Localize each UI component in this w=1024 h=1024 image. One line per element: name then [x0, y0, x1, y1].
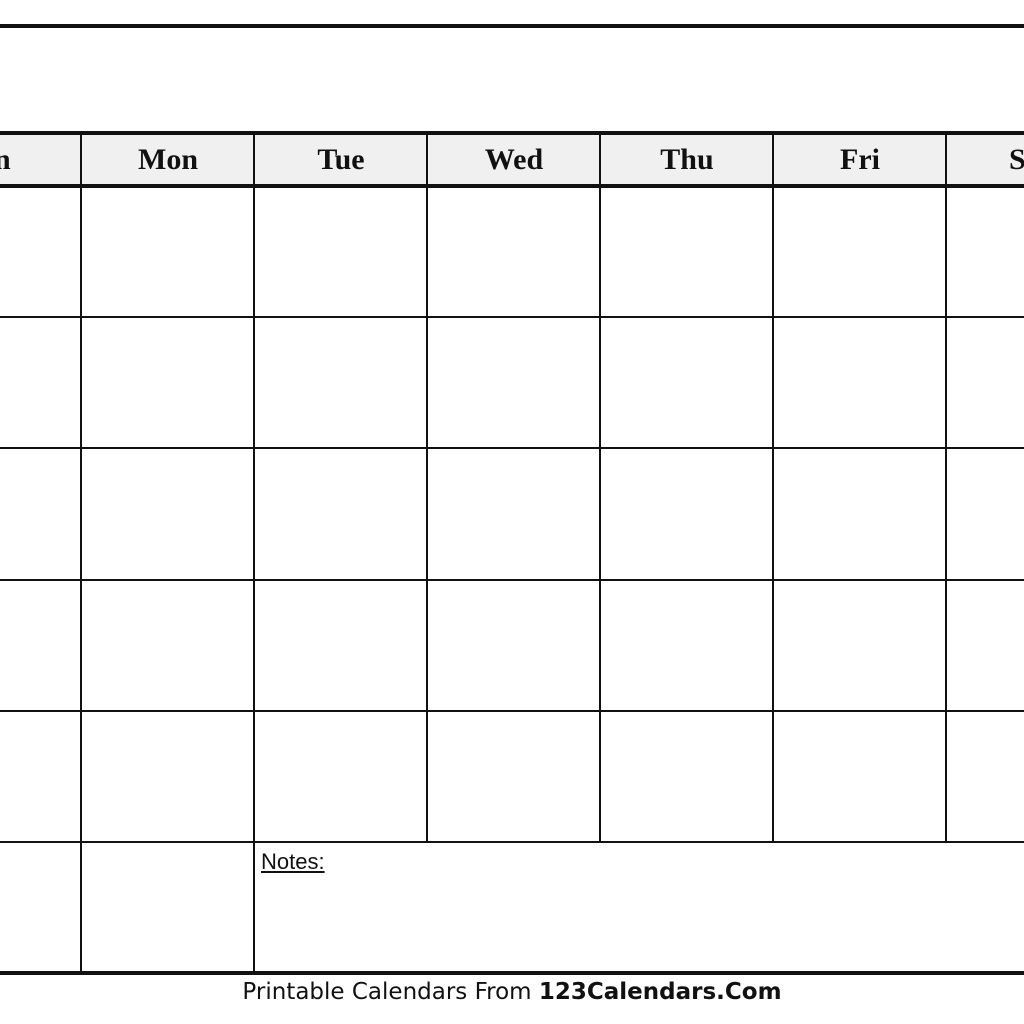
day-cell-week1-tue[interactable] — [255, 188, 426, 316]
day-cell-week3-fri[interactable] — [774, 449, 945, 577]
day-cell-week5-tue[interactable] — [255, 712, 426, 840]
day-cell-week3-sun[interactable] — [0, 449, 80, 577]
footer-prefix: Printable Calendars From — [242, 979, 539, 1005]
day-cell-week4-thu[interactable] — [601, 581, 772, 709]
weekday-label-sun: un — [0, 143, 11, 176]
calendar-title — [0, 30, 1024, 130]
day-cell-week2-sun[interactable] — [0, 318, 80, 446]
top-border-line — [0, 24, 1024, 28]
day-cell-week2-thu[interactable] — [601, 318, 772, 446]
footer-credit: Printable Calendars From 123Calendars.Co… — [0, 979, 1024, 1005]
weekday-label-fri: Fri — [840, 143, 880, 176]
day-cell-week2-fri[interactable] — [774, 318, 945, 446]
header-top-line — [0, 131, 1024, 135]
day-cell-week4-fri[interactable] — [774, 581, 945, 709]
day-cell-week2-mon[interactable] — [82, 318, 253, 446]
day-cell-week4-sat[interactable] — [947, 581, 1024, 709]
weekday-label-thu: Thu — [660, 143, 714, 176]
bottom-border-line — [0, 971, 1024, 975]
day-cell-week4-sun[interactable] — [0, 581, 80, 709]
day-cell-week4-tue[interactable] — [255, 581, 426, 709]
day-cell-week3-tue[interactable] — [255, 449, 426, 577]
weekday-label-mon: Mon — [138, 143, 198, 176]
day-cell-week4-mon[interactable] — [82, 581, 253, 709]
day-cell-week5-sun[interactable] — [0, 712, 80, 840]
day-cell-week1-mon[interactable] — [82, 188, 253, 316]
day-cell-week1-thu[interactable] — [601, 188, 772, 316]
weekday-label-tue: Tue — [317, 143, 365, 176]
day-cell-week5-thu[interactable] — [601, 712, 772, 840]
day-cell-week3-sat[interactable] — [947, 449, 1024, 577]
notes-area[interactable] — [255, 843, 1024, 971]
day-cell-week3-thu[interactable] — [601, 449, 772, 577]
day-cell-week5-fri[interactable] — [774, 712, 945, 840]
day-cell-week6-sun[interactable] — [0, 843, 80, 971]
weekday-label-sat: S — [947, 134, 1024, 185]
day-cell-week1-sun[interactable] — [0, 188, 80, 316]
day-cell-week4-wed[interactable] — [428, 581, 599, 709]
day-cell-week2-wed[interactable] — [428, 318, 599, 446]
day-cell-week1-sat[interactable] — [947, 188, 1024, 316]
day-cell-week1-fri[interactable] — [774, 188, 945, 316]
day-cell-week5-mon[interactable] — [82, 712, 253, 840]
day-cell-week1-wed[interactable] — [428, 188, 599, 316]
day-cell-week2-tue[interactable] — [255, 318, 426, 446]
weekday-label-sat-text: S — [1009, 143, 1024, 176]
notes-label: Notes: — [261, 849, 325, 874]
weekday-label-wed: Wed — [484, 143, 544, 176]
day-cell-week3-mon[interactable] — [82, 449, 253, 577]
day-cell-week3-wed[interactable] — [428, 449, 599, 577]
day-cell-week5-sat[interactable] — [947, 712, 1024, 840]
day-cell-week5-wed[interactable] — [428, 712, 599, 840]
day-cell-week2-sat[interactable] — [947, 318, 1024, 446]
day-cell-week6-mon[interactable] — [82, 843, 253, 971]
footer-brand-link[interactable]: 123Calendars.Com — [539, 979, 782, 1005]
